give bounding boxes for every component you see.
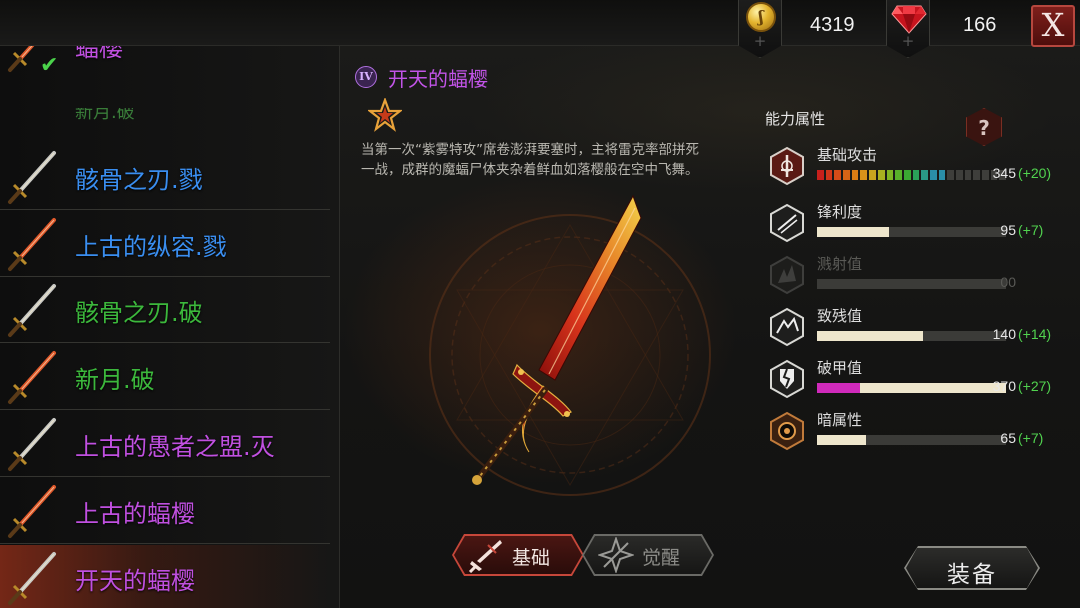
stat-row: 基础攻击 345 (+20) [768,146,1080,198]
weapon-name: 蝠樱 [75,46,123,62]
weapon-name: 骸骨之刃.戮 [75,166,203,194]
tier-badge: IV [355,66,377,88]
equip-button-label: 装备 [947,562,997,588]
sword-icon [8,485,56,538]
equip-button[interactable]: 装备 [904,546,1040,590]
weapon-description: 当第一次“紫雾特攻”席卷澎湃要塞时，主将雷克率部拼死一战，成群的魔蝠尸体夹杂着鲜… [361,142,699,178]
splash-icon [770,255,804,295]
sword-icon [8,151,56,204]
awaken-tab-icon [598,537,634,573]
weapon-name: 骸骨之刃.破 [75,299,203,327]
stat-bar [817,170,1007,180]
tab-awaken[interactable]: 觉醒 [582,534,714,576]
list-item-partial-label: 新月.破 [75,108,135,120]
stat-row: 锋利度 95 (+7) [768,203,1080,255]
stat-bonus: (+27) [1018,378,1052,394]
stat-row: 破甲值 370 (+27) [768,359,1080,411]
stats-title: 能力属性 [765,110,826,128]
stat-value: 140 [992,326,1016,342]
sword-icon [8,351,56,404]
stat-bar [817,383,1006,393]
weapon-name: 上古的蝠樱 [75,500,195,528]
stat-bar [817,227,1006,237]
top-bar: ʃ + 4319 + 166 X [0,0,1080,58]
list-item[interactable]: 骸骨之刃.破 [0,277,330,343]
stat-row: 溅射值 00 [768,255,1080,307]
list-item[interactable]: 新月.破 [0,344,330,410]
weapon-title: 开天的蝠樱 [388,67,488,91]
sword-icon [8,284,56,337]
stat-name: 破甲值 [817,359,863,377]
stat-value: 95 [1000,222,1016,238]
list-item[interactable]: 上古的纵容.戮 [0,211,330,277]
stat-bar [817,435,1006,445]
stat-name: 溅射值 [817,255,863,273]
armor-break-icon [770,359,804,399]
list-item[interactable]: 上古的愚者之盟.灭 [0,411,330,477]
ruby-gem-icon [891,5,927,34]
list-item[interactable]: 蝠樱 ✔ [0,46,330,78]
stat-bonus: (+7) [1018,430,1044,446]
gold-count: 4319 [810,14,855,36]
tab-awaken-label: 觉醒 [642,547,681,569]
weapon-name: 开天的蝠樱 [75,567,195,595]
sword-icon [8,418,56,471]
sword-icon [8,552,56,605]
sword-icon [8,218,56,271]
weapon-name: 上古的愚者之盟.灭 [75,433,275,461]
sword-crest-icon [770,146,804,186]
weapon-name: 上古的纵容.戮 [75,233,227,261]
weapon-list[interactable]: 蝠樱 ✔ 骸骨之刃.戮 上古的纵容.戮 骸骨之刃.破 新月.破 上古的愚者之盟.灭 上古的蝠樱… [0,46,340,608]
stat-bonus: (+14) [1018,326,1052,342]
stat-value: 370 [992,378,1016,394]
stat-value: 00 [1000,274,1016,290]
stat-name: 基础攻击 [817,146,878,164]
stat-bonus: (+20) [1018,165,1052,181]
list-item[interactable]: 开天的蝠樱 [0,545,330,608]
dark-orb-icon [770,411,804,451]
tab-basic[interactable]: 基础 [452,534,584,576]
stat-value: 65 [1000,430,1016,446]
star-rank-icon [368,98,402,132]
stat-bonus: (+7) [1018,222,1044,238]
stat-name: 锋利度 [817,203,863,221]
stat-name: 致残值 [817,307,863,325]
plus-icon: + [753,32,767,50]
weapon-name: 新月.破 [75,366,155,394]
slash-icon [770,203,804,243]
stat-row: 暗属性 65 (+7) [768,411,1080,463]
stat-row: 致残值 140 (+14) [768,307,1080,359]
stat-value: 345 [992,165,1016,181]
stat-name: 暗属性 [817,411,863,429]
weapon-sword-art [472,194,642,485]
gem-count: 166 [963,14,997,36]
stat-bar [817,331,1006,341]
crack-icon [770,307,804,347]
tab-basic-label: 基础 [512,547,551,569]
stat-bar [817,279,1006,289]
plus-icon: + [901,32,915,50]
list-item[interactable]: 上古的蝠樱 [0,478,330,544]
sword-tab-icon [468,537,504,573]
equipped-check-icon: ✔ [40,53,59,78]
gold-coin-icon: ʃ [746,2,776,32]
list-item[interactable]: 骸骨之刃.戮 [0,144,330,210]
close-button[interactable]: X [1031,5,1075,47]
